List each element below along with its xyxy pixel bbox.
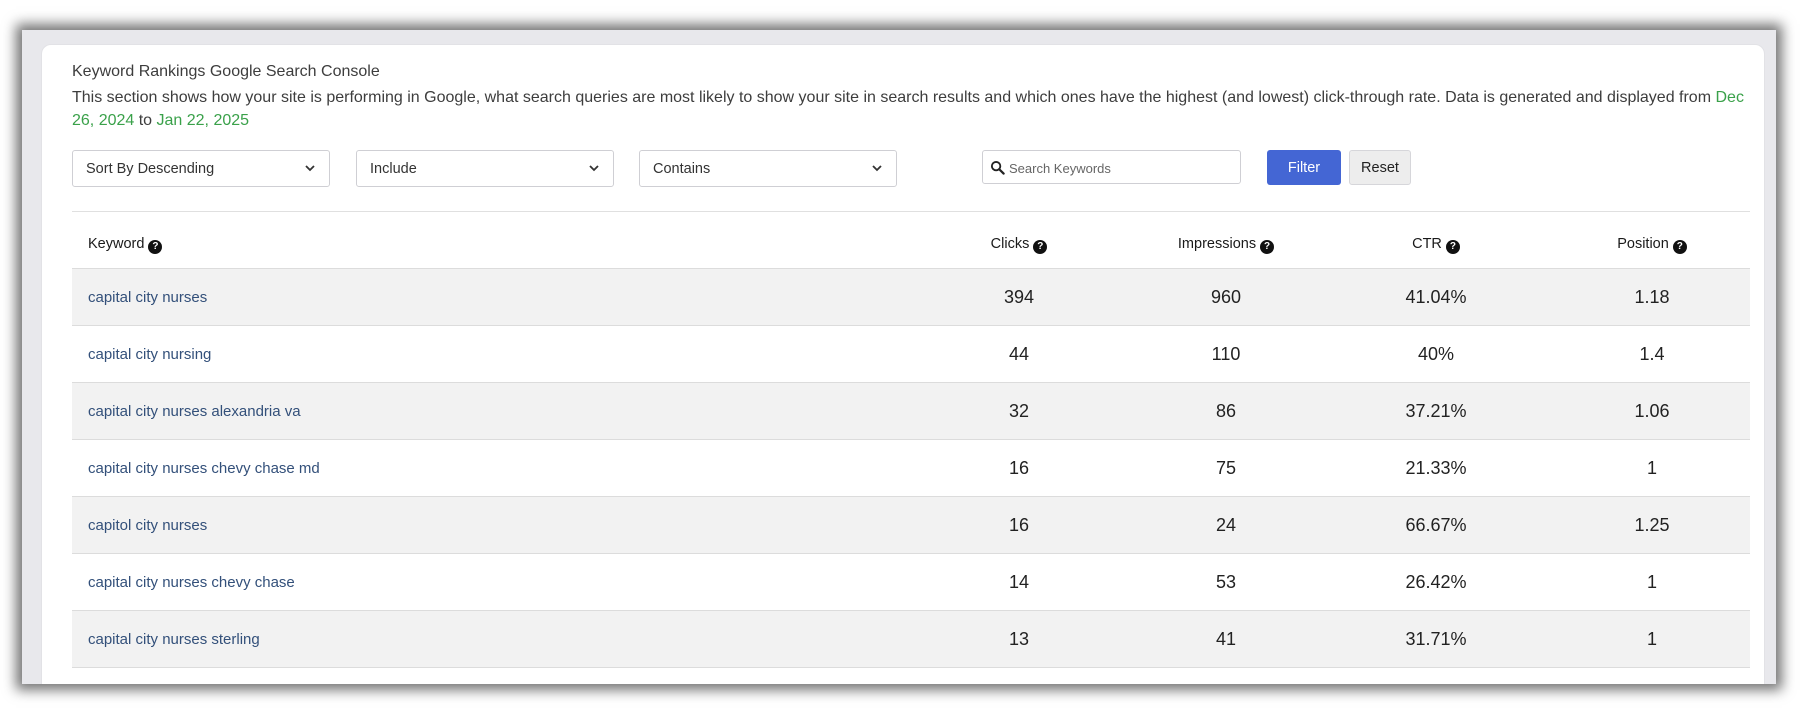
keyword-cell[interactable]: capital city nursing (72, 325, 904, 383)
help-icon[interactable]: ? (1445, 240, 1460, 254)
table-header-row: Keyword? Clicks? Impressions? CTR? Posit… (72, 222, 1750, 269)
ctr-cell: 31.71% (1318, 610, 1554, 668)
chevron-down-icon (589, 165, 599, 172)
keyword-header-label: Keyword (88, 236, 145, 252)
ctr-cell: 26.42% (1318, 553, 1554, 611)
include-value: Include (370, 161, 417, 177)
clicks-cell: 14 (904, 553, 1134, 611)
ctr-cell: 40% (1318, 325, 1554, 383)
chevron-down-icon (872, 165, 882, 172)
impressions-header-label: Impressions (1177, 236, 1257, 252)
ctr-cell: 21.33% (1318, 439, 1554, 497)
help-icon[interactable]: ? (1672, 240, 1687, 254)
impressions-cell: 75 (1134, 439, 1318, 497)
match-type-select[interactable]: Contains (639, 150, 897, 187)
table-row: capital city nurses 394 960 41.04% 1.18 (72, 268, 1750, 326)
help-icon[interactable]: ? (148, 240, 163, 254)
include-select[interactable]: Include (356, 150, 614, 187)
impressions-column-header[interactable]: Impressions? (1134, 222, 1318, 269)
impressions-cell: 53 (1134, 553, 1318, 611)
date-joiner: to (134, 112, 157, 129)
position-cell: 1.18 (1554, 268, 1750, 326)
position-cell: 1.4 (1554, 325, 1750, 383)
reset-button[interactable]: Reset (1349, 150, 1411, 185)
search-keywords-input[interactable] (1007, 151, 1239, 185)
clicks-column-header[interactable]: Clicks? (904, 222, 1134, 269)
description-text: This section shows how your site is perf… (72, 89, 1716, 106)
table-row: capital city nursing 44 110 40% 1.4 (72, 325, 1750, 383)
help-icon[interactable]: ? (1033, 240, 1048, 254)
ctr-cell: 37.21% (1318, 382, 1554, 440)
table-row: capital city nurses chevy chase md 16 75… (72, 439, 1750, 497)
clicks-cell: 394 (904, 268, 1134, 326)
sort-order-select[interactable]: Sort By Descending (72, 150, 330, 187)
table-row: capital city nurses chevy chase 14 53 26… (72, 553, 1750, 611)
search-box (982, 150, 1241, 185)
clicks-cell: 32 (904, 382, 1134, 440)
ctr-cell: 41.04% (1318, 268, 1554, 326)
position-cell: 1 (1554, 553, 1750, 611)
section-description: This section shows how your site is perf… (72, 86, 1752, 132)
position-cell: 1.25 (1554, 496, 1750, 554)
impressions-cell: 24 (1134, 496, 1318, 554)
date-to: Jan 22, 2025 (156, 112, 250, 129)
keyword-cell[interactable]: capital city nurses sterling (72, 610, 904, 668)
divider (72, 211, 1750, 212)
keyword-cell[interactable]: capital city nurses chevy chase md (72, 439, 904, 497)
match-type-value: Contains (653, 161, 711, 177)
ctr-header-label: CTR (1412, 236, 1442, 252)
clicks-cell: 44 (904, 325, 1134, 383)
filter-button[interactable]: Filter (1267, 150, 1341, 185)
table-row: capitol city nurses 16 24 66.67% 1.25 (72, 496, 1750, 554)
clicks-cell: 16 (904, 496, 1134, 554)
keyword-cell[interactable]: capital city nurses alexandria va (72, 382, 904, 440)
position-cell: 1 (1554, 610, 1750, 668)
keyword-cell[interactable]: capitol city nurses (72, 496, 904, 554)
position-cell: 1.06 (1554, 382, 1750, 440)
keyword-cell[interactable]: capital city nurses (72, 268, 904, 326)
position-column-header[interactable]: Position? (1554, 222, 1750, 269)
keyword-rankings-card: Keyword Rankings Google Search Console T… (41, 44, 1765, 684)
table-row: capital city nurses alexandria va 32 86 … (72, 382, 1750, 440)
impressions-cell: 86 (1134, 382, 1318, 440)
keyword-table: Keyword? Clicks? Impressions? CTR? Posit… (72, 222, 1750, 668)
impressions-cell: 110 (1134, 325, 1318, 383)
impressions-cell: 41 (1134, 610, 1318, 668)
clicks-cell: 13 (904, 610, 1134, 668)
ctr-column-header[interactable]: CTR? (1318, 222, 1554, 269)
table-row: capital city nurses sterling 13 41 31.71… (72, 610, 1750, 668)
window-frame: Keyword Rankings Google Search Console T… (22, 30, 1776, 684)
search-icon (990, 160, 1005, 175)
keyword-cell[interactable]: capital city nurses chevy chase (72, 553, 904, 611)
keyword-column-header[interactable]: Keyword? (72, 222, 904, 269)
section-title: Keyword Rankings Google Search Console (72, 63, 380, 80)
help-icon[interactable]: ? (1260, 240, 1275, 254)
position-cell: 1 (1554, 439, 1750, 497)
clicks-cell: 16 (904, 439, 1134, 497)
sort-order-value: Sort By Descending (86, 161, 215, 177)
chevron-down-icon (305, 165, 315, 172)
clicks-header-label: Clicks (990, 236, 1030, 252)
position-header-label: Position (1617, 236, 1669, 252)
ctr-cell: 66.67% (1318, 496, 1554, 554)
impressions-cell: 960 (1134, 268, 1318, 326)
